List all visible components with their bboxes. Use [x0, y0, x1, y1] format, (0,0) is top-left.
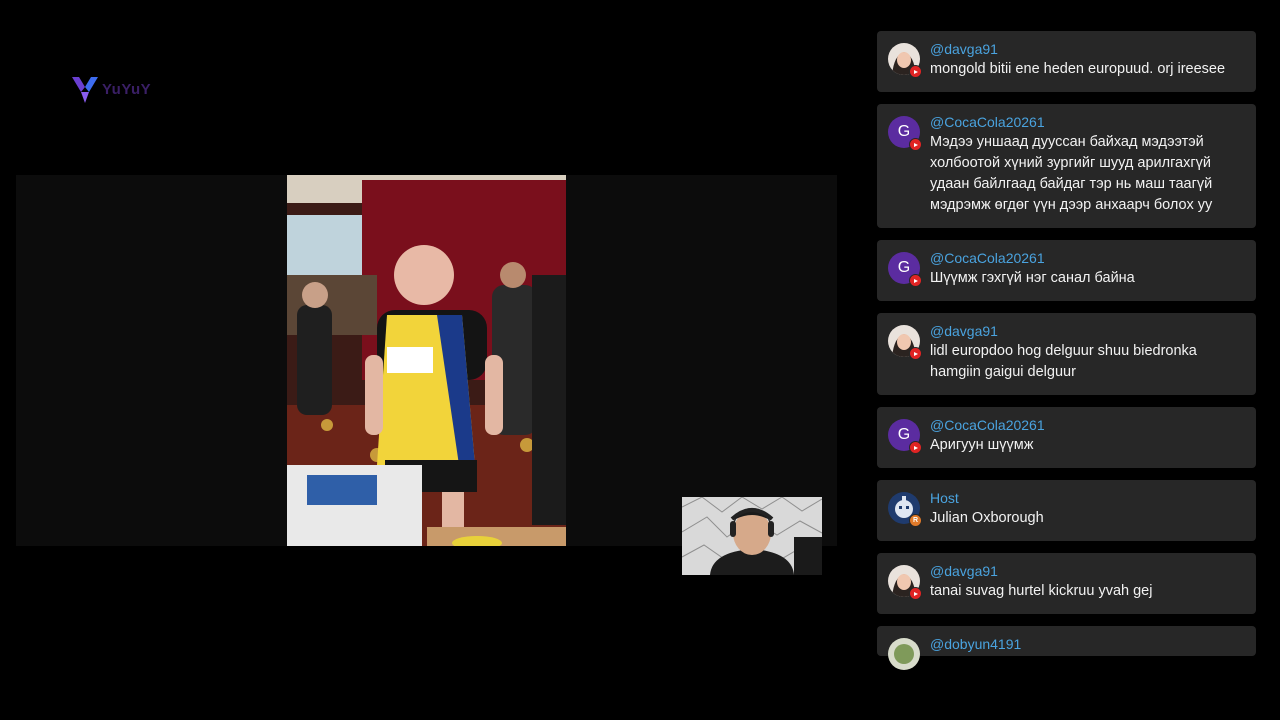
- chat-author[interactable]: @davga91: [930, 323, 1244, 340]
- chat-text: Julian Oxborough: [930, 510, 1044, 526]
- chat-text: mongold bitii ene heden europuud. orj ir…: [930, 61, 1226, 77]
- chat-author[interactable]: @CocaCola20261: [930, 250, 1244, 267]
- chat-message: G @CocaCola20261 Шүүмж гэхгүй нэг санал …: [877, 240, 1256, 301]
- youtube-icon: [909, 138, 922, 151]
- chat-author[interactable]: @dobyun4191: [930, 636, 1244, 653]
- chat-message: R Host Julian Oxborough: [877, 480, 1256, 541]
- chat-message: @davga91 lidl europdoo hog delguur shuu …: [877, 313, 1256, 395]
- chat-text: tanai suvag hurtel kickruu yvah gej: [930, 583, 1153, 599]
- logo-wordmark: YuYuY: [102, 80, 152, 98]
- chat-text: Аригуун шүүмж: [930, 437, 1034, 453]
- chat-author[interactable]: Host: [930, 490, 1244, 507]
- youtube-icon: [909, 274, 922, 287]
- brand-logo: YuYuY: [72, 74, 151, 104]
- chat-message: G @CocaCola20261 Аригуун шүүмж: [877, 407, 1256, 468]
- youtube-icon: [909, 347, 922, 360]
- chat-message: @davga91 mongold bitii ene heden europuu…: [877, 31, 1256, 92]
- restream-icon: R: [909, 514, 922, 527]
- live-chat-panel[interactable]: @davga91 mongold bitii ene heden europuu…: [877, 31, 1256, 696]
- host-webcam: [682, 497, 822, 575]
- chat-author[interactable]: @CocaCola20261: [930, 417, 1244, 434]
- chat-author[interactable]: @CocaCola20261: [930, 114, 1244, 131]
- chat-message: @davga91 tanai suvag hurtel kickruu yvah…: [877, 553, 1256, 614]
- chat-text: Мэдээ уншаад дууссан байхад мэдээтэй хол…: [930, 134, 1213, 213]
- youtube-icon: [909, 587, 922, 600]
- chat-text: lidl europdoo hog delguur shuu biedronka…: [930, 343, 1197, 380]
- chat-author[interactable]: @davga91: [930, 41, 1244, 58]
- logo-y-icon: [72, 77, 98, 103]
- youtube-icon: [909, 441, 922, 454]
- youtube-icon: [909, 65, 922, 78]
- chat-text: Шүүмж гэхгүй нэг санал байна: [930, 270, 1135, 286]
- chat-message: G @CocaCola20261 Мэдээ уншаад дууссан ба…: [877, 104, 1256, 228]
- featured-photo: [287, 175, 566, 546]
- chat-author[interactable]: @davga91: [930, 563, 1244, 580]
- chat-message: @dobyun4191: [877, 626, 1256, 670]
- avatar: [888, 638, 920, 670]
